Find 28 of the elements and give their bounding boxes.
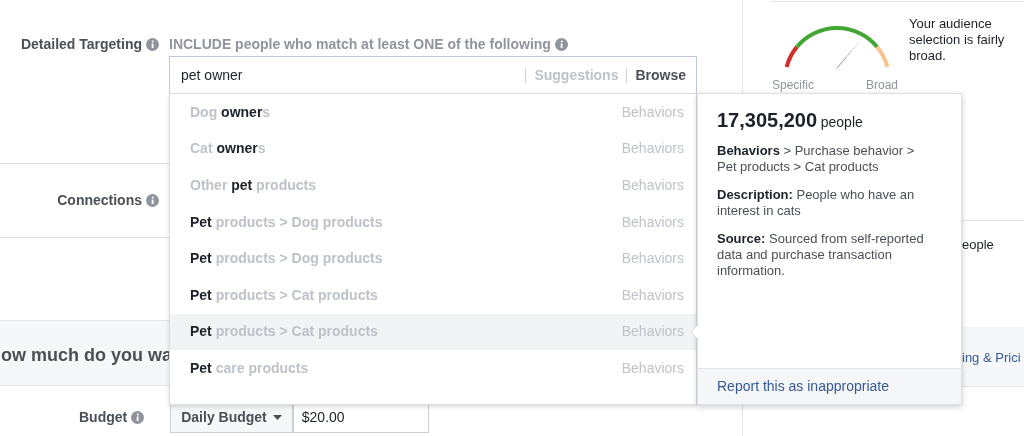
info-icon[interactable] <box>131 410 145 424</box>
reach-text: eople <box>962 236 994 254</box>
category-path: Behaviors > Purchase behavior > Pet products > Cat products <box>717 143 916 175</box>
source-text: Source: Sourced from self-reported data and purchase transaction information. <box>717 231 925 279</box>
suggestion-item[interactable]: Pet products > Dog products Behaviors <box>170 240 696 277</box>
sidebar-link[interactable]: ing & Prici <box>962 348 1021 368</box>
suggestion-item[interactable]: Pet care products Behaviors <box>170 350 696 387</box>
info-icon[interactable] <box>146 194 159 207</box>
field-label: Budget <box>79 407 128 427</box>
suggestion-item[interactable]: Pet products > Dog products Behaviors <box>170 203 696 241</box>
info-icon[interactable] <box>146 38 159 51</box>
suggestion-item[interactable]: Dog owners Behaviors <box>170 94 696 131</box>
suggestion-item[interactable]: Other pet products Behaviors <box>170 167 696 204</box>
caret-icon <box>272 414 282 420</box>
audience-count: 17,305,200 <box>717 109 818 131</box>
field-label: Detailed Targeting <box>20 35 142 54</box>
search-tab[interactable]: Browse <box>626 67 686 83</box>
info-icon[interactable] <box>554 38 568 51</box>
instruction-text: INCLUDE people who match at least ONE of the following <box>169 35 551 54</box>
field-label: Connections <box>57 191 142 210</box>
count-unit: people <box>820 114 863 130</box>
audience-message: Your audience selection is fairly broad. <box>909 16 1006 64</box>
suggestion-item[interactable]: Pet products > Cat products Behaviors <box>170 276 696 314</box>
search-field[interactable]: pet owner Suggestions Browse <box>169 56 697 94</box>
gauge-label: Specific <box>772 77 815 94</box>
gauge-label: Broad <box>866 77 899 94</box>
description-text: Description: People who have an interest in cats <box>717 187 916 219</box>
suggestion-item[interactable]: Cat owners Behaviors <box>170 130 696 168</box>
